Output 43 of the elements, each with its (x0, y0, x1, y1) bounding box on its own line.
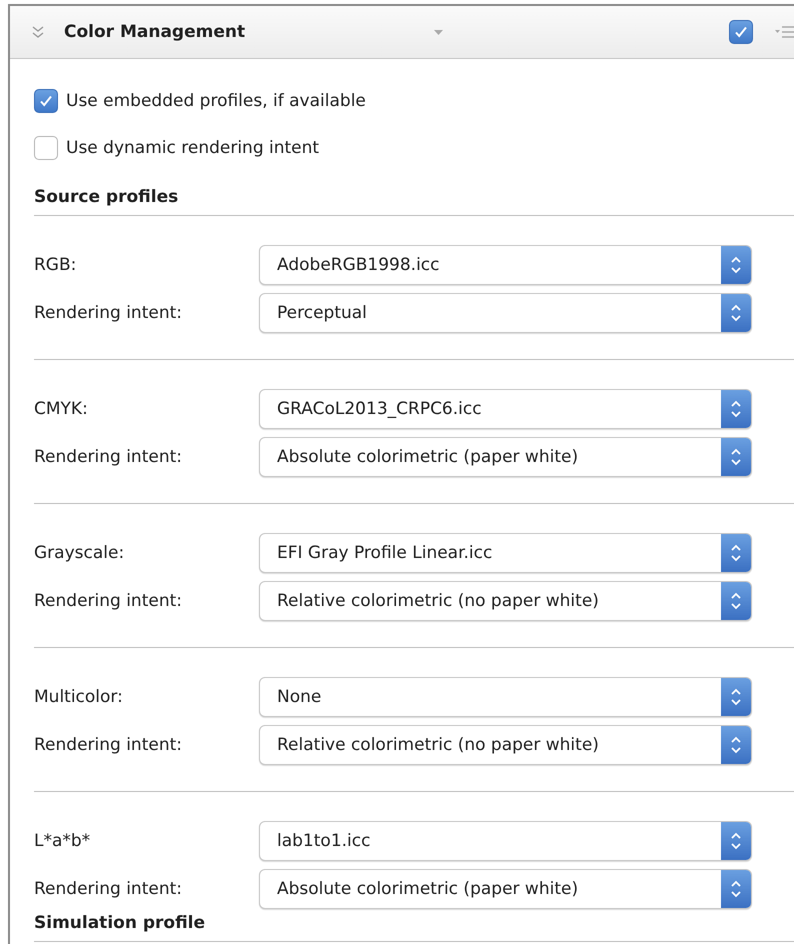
field-label: Rendering intent: (34, 735, 184, 755)
profile-dropdown[interactable]: Relative colorimetric (no paper white) (259, 725, 752, 765)
field-label: Rendering intent: (34, 879, 184, 899)
section-heading: Source profiles (34, 187, 180, 209)
stepper-icon (730, 543, 742, 563)
profile-dropdown[interactable]: Absolute colorimetric (paper white) (259, 437, 752, 477)
stepper-icon (730, 399, 742, 419)
stepper-icon (730, 831, 742, 851)
profile-dropdown[interactable]: Absolute colorimetric (paper white) (259, 869, 752, 909)
profile-dropdown[interactable]: None (259, 677, 752, 717)
checkbox-label: Use dynamic rendering intent (66, 138, 320, 158)
field-label: RGB: (34, 255, 78, 275)
collapse-icon[interactable] (32, 25, 44, 39)
checkbox[interactable] (34, 136, 58, 160)
menu-icon[interactable] (775, 25, 794, 39)
profile-dropdown[interactable]: Perceptual (259, 293, 752, 333)
stepper-icon (730, 735, 742, 755)
field-label: L*a*b* (34, 831, 92, 851)
check-icon (38, 93, 54, 109)
field-label: CMYK: (34, 399, 89, 419)
checkbox[interactable] (34, 89, 58, 113)
profile-dropdown[interactable]: EFI Gray Profile Linear.icc (259, 533, 752, 573)
profile-dropdown[interactable]: Relative colorimetric (no paper white) (259, 581, 752, 621)
stepper-icon (730, 447, 742, 467)
profile-dropdown[interactable]: lab1to1.icc (259, 821, 752, 861)
stepper-icon (730, 303, 742, 323)
enable-checkbox[interactable] (729, 20, 753, 44)
field-label: Rendering intent: (34, 303, 184, 323)
field-label: Rendering intent: (34, 591, 184, 611)
check-icon (733, 24, 749, 40)
checkbox-label: Use embedded profiles, if available (66, 91, 366, 111)
stepper-icon (730, 255, 742, 275)
panel-title: Color Management (64, 22, 246, 42)
stepper-icon (730, 879, 742, 899)
stepper-icon (730, 687, 742, 707)
field-label: Grayscale: (34, 543, 126, 563)
stepper-icon (730, 591, 742, 611)
field-label: Rendering intent: (34, 447, 184, 467)
dropdown-arrow-icon[interactable] (434, 30, 443, 34)
field-label: Multicolor: (34, 687, 124, 707)
profile-dropdown[interactable]: GRACoL2013_CRPC6.icc (259, 389, 752, 429)
section-heading: Simulation profile (34, 913, 206, 935)
profile-dropdown[interactable]: AdobeRGB1998.icc (259, 245, 752, 285)
